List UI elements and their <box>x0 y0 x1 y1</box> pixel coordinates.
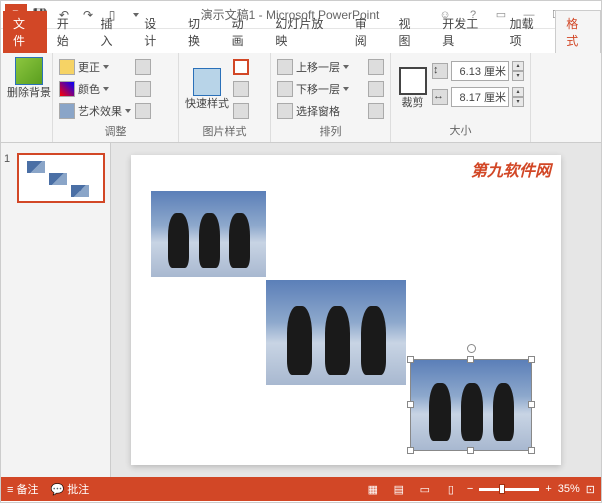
tab-format[interactable]: 格式 <box>555 10 601 53</box>
height-down[interactable]: ▾ <box>512 71 524 81</box>
arrange-group-label: 排列 <box>277 121 384 139</box>
layout-icon <box>233 103 249 119</box>
border-icon <box>233 59 249 75</box>
tab-animations[interactable]: 动画 <box>222 11 266 53</box>
watermark-text: 第九软件网 <box>471 157 551 181</box>
zoom-slider-thumb[interactable] <box>499 484 505 494</box>
fit-to-window-button[interactable]: ⊡ <box>586 483 595 496</box>
comments-button[interactable]: 💬 批注 <box>50 481 89 497</box>
normal-view-button[interactable]: ▦ <box>363 481 383 497</box>
picture-layout-button[interactable] <box>233 101 249 121</box>
tab-home[interactable]: 开始 <box>47 11 91 53</box>
zoom-percentage[interactable]: 35% <box>558 483 580 495</box>
image-penguins-1[interactable] <box>151 191 266 277</box>
picture-effects-button[interactable] <box>233 79 249 99</box>
slide-editor[interactable]: 第九软件网 <box>111 143 601 477</box>
change-picture-button[interactable] <box>135 79 151 99</box>
resize-handle-e[interactable] <box>528 401 535 408</box>
reset-pic-icon <box>135 103 151 119</box>
height-field-row: ↕ 6.13 厘米 ▴▾ <box>432 61 524 81</box>
resize-handle-s[interactable] <box>467 447 474 454</box>
color-icon <box>59 81 75 97</box>
rotate-icon <box>368 103 384 119</box>
slide-thumbnail-panel: 1 <box>1 143 111 477</box>
color-button[interactable]: 颜色 <box>59 79 131 99</box>
bring-forward-button[interactable]: 上移一层 <box>277 57 384 77</box>
resize-handle-se[interactable] <box>528 447 535 454</box>
crop-button[interactable]: 裁剪 <box>397 57 428 120</box>
align-icon <box>368 59 384 75</box>
resize-handle-n[interactable] <box>467 356 474 363</box>
quick-styles-button[interactable]: 快速样式 <box>185 57 229 121</box>
picture-border-button[interactable] <box>233 57 249 77</box>
group-icon <box>368 81 384 97</box>
corrections-button[interactable]: 更正 <box>59 57 131 77</box>
slide-canvas[interactable]: 第九软件网 <box>131 155 561 465</box>
tab-developer[interactable]: 开发工具 <box>432 11 499 53</box>
width-icon: ↔ <box>432 89 448 105</box>
bring-forward-icon <box>277 59 293 75</box>
notes-button[interactable]: ≡ 备注 <box>7 481 38 497</box>
slide-thumbnail-1[interactable]: 1 <box>9 153 102 203</box>
crop-icon <box>399 67 427 95</box>
size-group-label: 大小 <box>397 120 524 138</box>
slideshow-view-button[interactable]: ▯ <box>441 481 461 497</box>
reset-picture-button[interactable] <box>135 101 151 121</box>
height-input[interactable]: 6.13 厘米 <box>451 61 509 81</box>
corrections-icon <box>59 59 75 75</box>
resize-handle-ne[interactable] <box>528 356 535 363</box>
reading-view-button[interactable]: ▭ <box>415 481 435 497</box>
send-backward-button[interactable]: 下移一层 <box>277 79 384 99</box>
tab-addins[interactable]: 加载项 <box>500 11 556 53</box>
height-icon: ↕ <box>432 63 448 79</box>
zoom-in-button[interactable]: + <box>545 483 551 495</box>
tab-insert[interactable]: 插入 <box>90 11 134 53</box>
tab-view[interactable]: 视图 <box>388 11 432 53</box>
resize-handle-sw[interactable] <box>407 447 414 454</box>
remove-bg-icon <box>15 57 43 85</box>
send-backward-icon <box>277 81 293 97</box>
compress-pictures-button[interactable] <box>135 57 151 77</box>
image-penguins-2[interactable] <box>266 280 406 385</box>
selection-pane-icon <box>277 103 293 119</box>
zoom-out-button[interactable]: − <box>467 483 473 495</box>
artistic-effects-button[interactable]: 艺术效果 <box>59 101 131 121</box>
resize-handle-nw[interactable] <box>407 356 414 363</box>
width-field-row: ↔ 8.17 厘米 ▴▾ <box>432 87 524 107</box>
tab-review[interactable]: 审阅 <box>345 11 389 53</box>
width-up[interactable]: ▴ <box>512 87 524 97</box>
width-down[interactable]: ▾ <box>512 97 524 107</box>
zoom-slider[interactable] <box>479 488 539 491</box>
remove-background-button[interactable]: 删除背景 <box>7 57 51 99</box>
effects-icon <box>233 81 249 97</box>
slide-sorter-button[interactable]: ▤ <box>389 481 409 497</box>
tab-design[interactable]: 设计 <box>134 11 178 53</box>
tab-transitions[interactable]: 切换 <box>178 11 222 53</box>
change-pic-icon <box>135 81 151 97</box>
rotate-handle[interactable] <box>467 344 476 353</box>
width-input[interactable]: 8.17 厘米 <box>451 87 509 107</box>
selection-pane-button[interactable]: 选择窗格 <box>277 101 384 121</box>
artistic-icon <box>59 103 75 119</box>
tab-slideshow[interactable]: 幻灯片放映 <box>265 11 344 53</box>
height-up[interactable]: ▴ <box>512 61 524 71</box>
adjust-group-label: 调整 <box>59 121 172 139</box>
tab-file[interactable]: 文件 <box>3 11 47 53</box>
compress-icon <box>135 59 151 75</box>
picture-styles-group-label: 图片样式 <box>185 121 264 139</box>
quick-styles-icon <box>193 68 221 96</box>
resize-handle-w[interactable] <box>407 401 414 408</box>
image-penguins-3-selected[interactable] <box>411 360 531 450</box>
